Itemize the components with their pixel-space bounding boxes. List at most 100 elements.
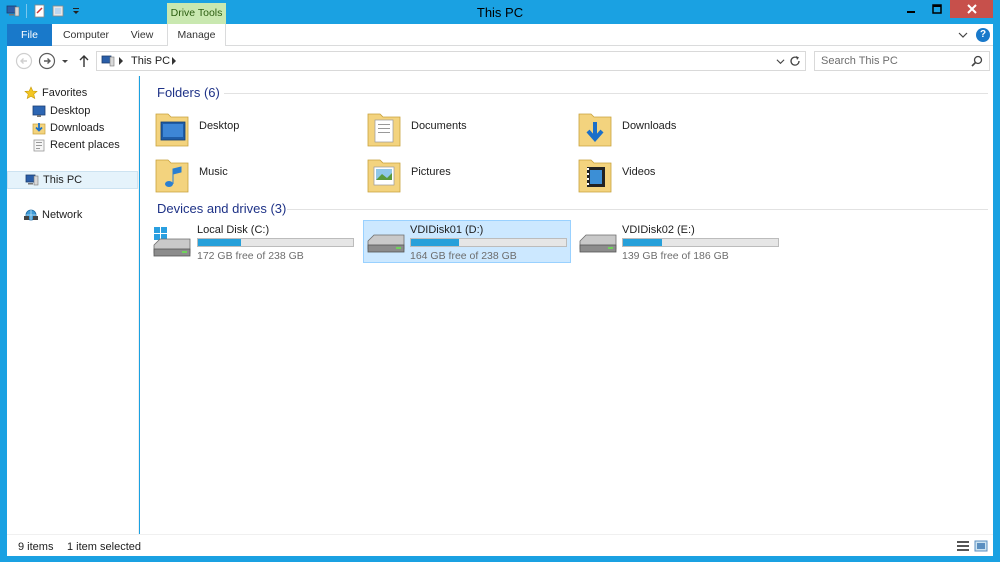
search-box[interactable]	[814, 51, 990, 71]
folder-videos[interactable]: Videos	[563, 151, 763, 195]
devices-group-header[interactable]: Devices and drives (3)	[157, 201, 286, 216]
folder-music[interactable]: Music	[140, 151, 340, 195]
address-dropdown-icon[interactable]	[776, 57, 785, 66]
sidebar-item-label: Favorites	[42, 87, 88, 99]
folder-pictures[interactable]: Pictures	[352, 151, 552, 195]
selection-count: 1 item selected	[67, 541, 141, 553]
folder-name: Desktop	[199, 120, 240, 132]
close-button[interactable]	[950, 0, 993, 18]
search-icon[interactable]	[971, 55, 983, 67]
drive-free-space: 139 GB free of 186 GB	[622, 250, 729, 262]
sidebar-item-label: Network	[42, 209, 83, 221]
maximize-button[interactable]	[924, 0, 950, 18]
tab-view[interactable]: View	[122, 24, 162, 46]
sidebar-item-recent-places[interactable]: Recent places	[7, 136, 138, 154]
status-bar: 9 items 1 item selected	[7, 534, 993, 556]
maximize-icon	[932, 4, 942, 14]
drive-free-space: 164 GB free of 238 GB	[410, 250, 517, 262]
ribbon-tab-bar: File Computer View Manage ?	[7, 24, 993, 46]
folder-downloads[interactable]: Downloads	[563, 105, 763, 149]
folder-name: Music	[199, 166, 228, 178]
ribbon-right-controls: ?	[958, 28, 990, 42]
large-icons-view-icon[interactable]	[974, 539, 988, 553]
up-arrow-icon[interactable]	[77, 52, 91, 70]
drive-vdidisk01-d[interactable]: VDIDisk01 (D:) 164 GB free of 238 GB	[363, 220, 571, 263]
sidebar-item-desktop[interactable]: Desktop	[7, 102, 138, 120]
group-divider	[287, 209, 988, 210]
documents-folder-icon	[367, 113, 401, 147]
window-title: This PC	[476, 5, 524, 20]
hard-drive-icon	[367, 234, 405, 253]
folder-name: Videos	[622, 166, 656, 178]
folder-documents[interactable]: Documents	[352, 105, 552, 149]
this-pc-icon	[101, 55, 115, 67]
drive-name: VDIDisk02 (E:)	[622, 224, 695, 236]
folder-name: Pictures	[411, 166, 451, 178]
music-folder-icon	[155, 159, 189, 193]
view-switcher	[956, 539, 988, 553]
drive-vdidisk02-e[interactable]: VDIDisk02 (E:) 139 GB free of 186 GB	[576, 221, 784, 264]
drive-name: Local Disk (C:)	[197, 224, 270, 236]
sidebar-item-label: This PC	[43, 174, 83, 186]
desktop-icon	[31, 103, 47, 119]
minimize-icon	[907, 11, 915, 13]
explorer-window: Drive Tools This PC File Computer View M…	[0, 0, 1000, 562]
sidebar-item-network[interactable]: Network	[7, 206, 138, 224]
star-icon	[23, 85, 39, 101]
navigation-bar: This PC	[7, 46, 993, 76]
breadcrumb-this-pc[interactable]: This PC	[131, 55, 170, 67]
drive-usage-bar	[410, 238, 567, 247]
pictures-folder-icon	[367, 159, 401, 193]
help-icon: ?	[979, 29, 987, 40]
folders-group-header[interactable]: Folders (6)	[157, 85, 220, 100]
drive-usage-bar	[197, 238, 354, 247]
title-bar[interactable]: Drive Tools This PC	[0, 0, 1000, 24]
breadcrumb-chevron-icon[interactable]	[171, 57, 177, 65]
back-button[interactable]	[15, 52, 33, 70]
navigation-pane: Favorites Desktop Downloads Recent place…	[7, 76, 139, 534]
network-icon	[23, 207, 39, 223]
tab-manage[interactable]: Manage	[167, 24, 226, 46]
item-count: 9 items	[18, 541, 54, 553]
minimize-button[interactable]	[898, 0, 924, 18]
drive-name: VDIDisk01 (D:)	[410, 224, 484, 236]
recent-places-icon	[31, 137, 47, 153]
videos-folder-icon	[578, 159, 612, 193]
folder-desktop[interactable]: Desktop	[140, 105, 340, 149]
desktop-folder-icon	[155, 113, 189, 147]
drive-usage-fill	[411, 239, 460, 246]
drive-usage-fill	[623, 239, 663, 246]
sidebar-item-favorites[interactable]: Favorites	[7, 84, 138, 102]
expand-ribbon-icon[interactable]	[958, 30, 968, 40]
this-pc-icon	[24, 172, 40, 188]
refresh-icon[interactable]	[789, 55, 801, 67]
tab-file[interactable]: File	[7, 24, 52, 46]
hard-drive-icon	[579, 234, 617, 253]
system-drive-icon	[153, 227, 191, 257]
group-divider	[224, 93, 988, 94]
window-controls	[898, 0, 993, 18]
tab-computer[interactable]: Computer	[57, 24, 115, 46]
sidebar-item-label: Recent places	[50, 139, 120, 151]
drive-usage-bar	[622, 238, 779, 247]
search-input[interactable]	[821, 54, 961, 68]
content-pane: Folders (6) Desktop Documents Downloads …	[140, 76, 993, 534]
downloads-folder-icon	[578, 113, 612, 147]
folder-name: Documents	[411, 120, 467, 132]
sidebar-item-label: Desktop	[50, 105, 91, 117]
drive-free-space: 172 GB free of 238 GB	[197, 250, 304, 262]
close-icon	[966, 4, 977, 14]
address-bar[interactable]: This PC	[96, 51, 806, 71]
forward-button[interactable]	[38, 52, 56, 70]
sidebar-item-downloads[interactable]: Downloads	[7, 119, 138, 137]
downloads-icon	[31, 120, 47, 136]
folder-name: Downloads	[622, 120, 677, 132]
recent-locations-chevron-icon[interactable]	[60, 52, 70, 70]
details-view-icon[interactable]	[956, 539, 970, 553]
help-button[interactable]: ?	[976, 28, 990, 42]
sidebar-item-label: Downloads	[50, 122, 105, 134]
drive-local-disk-c[interactable]: Local Disk (C:) 172 GB free of 238 GB	[140, 221, 354, 264]
drive-usage-fill	[198, 239, 241, 246]
sidebar-item-this-pc[interactable]: This PC	[7, 171, 138, 189]
breadcrumb-chevron-icon[interactable]	[118, 57, 124, 65]
